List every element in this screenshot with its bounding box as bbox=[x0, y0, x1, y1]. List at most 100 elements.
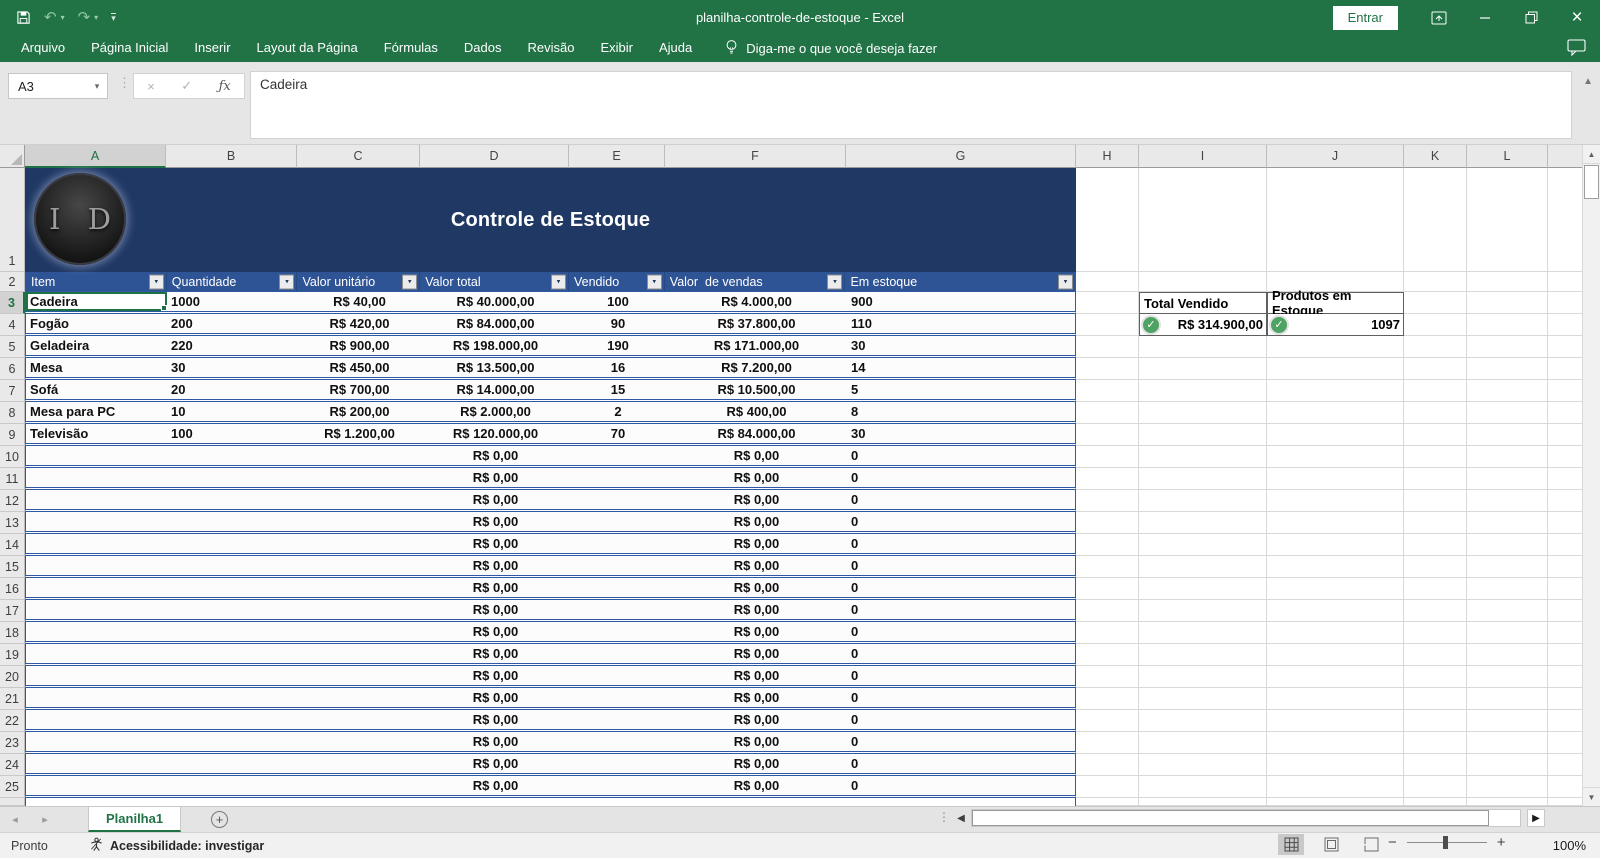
table-cell[interactable] bbox=[570, 732, 666, 751]
grid-cell[interactable] bbox=[1467, 336, 1548, 358]
table-cell[interactable] bbox=[167, 710, 298, 729]
table-cell[interactable]: R$ 0,00 bbox=[421, 446, 570, 465]
table-cell[interactable] bbox=[167, 754, 298, 773]
table-cell[interactable]: R$ 0,00 bbox=[421, 600, 570, 619]
row-header-3[interactable]: 3 bbox=[0, 292, 25, 314]
grid-cell[interactable] bbox=[1467, 688, 1548, 710]
grid-cell[interactable] bbox=[1076, 468, 1139, 490]
close-icon[interactable]: × bbox=[1554, 0, 1600, 35]
table-cell[interactable] bbox=[298, 490, 421, 509]
tell-me-box[interactable]: Diga-me o que você deseja fazer bbox=[725, 39, 937, 58]
table-cell[interactable] bbox=[570, 468, 666, 487]
ribbon-display-options-icon[interactable] bbox=[1416, 0, 1462, 35]
grid-cell[interactable] bbox=[1467, 622, 1548, 644]
table-cell[interactable] bbox=[26, 710, 167, 729]
grid-cell[interactable] bbox=[1467, 446, 1548, 468]
row-header-partial[interactable] bbox=[0, 798, 25, 806]
table-cell[interactable]: 200 bbox=[167, 314, 298, 333]
table-cell[interactable] bbox=[26, 578, 167, 597]
table-cell[interactable] bbox=[570, 556, 666, 575]
selected-cell-A3[interactable]: Cadeira bbox=[26, 292, 167, 311]
table-cell[interactable]: 70 bbox=[570, 424, 666, 443]
grid-cell[interactable] bbox=[1139, 446, 1267, 468]
table-cell[interactable]: 0 bbox=[847, 556, 1077, 575]
grid-cell[interactable] bbox=[1404, 556, 1467, 578]
table-cell[interactable]: 100 bbox=[570, 292, 666, 311]
grid-cell[interactable] bbox=[1139, 358, 1267, 380]
row-header-24[interactable]: 24 bbox=[0, 754, 25, 776]
grid-cell[interactable] bbox=[1076, 314, 1139, 336]
table-cell[interactable] bbox=[570, 600, 666, 619]
save-icon[interactable] bbox=[16, 10, 31, 25]
grid-cell[interactable] bbox=[1139, 732, 1267, 754]
redo-dropdown-icon[interactable]: ▾ bbox=[94, 13, 98, 22]
grid-cell[interactable] bbox=[1467, 292, 1548, 314]
table-cell[interactable]: R$ 0,00 bbox=[666, 468, 847, 487]
row-header-17[interactable]: 17 bbox=[0, 600, 25, 622]
grid-cell[interactable] bbox=[1404, 622, 1467, 644]
grid-cell[interactable] bbox=[1404, 424, 1467, 446]
grid-cell[interactable] bbox=[1139, 688, 1267, 710]
grid-cell[interactable] bbox=[1467, 380, 1548, 402]
row-header-16[interactable]: 16 bbox=[0, 578, 25, 600]
tab-layout-da-pagina[interactable]: Layout da Página bbox=[244, 35, 371, 62]
table-cell[interactable]: 0 bbox=[847, 600, 1077, 619]
table-cell[interactable] bbox=[26, 688, 167, 707]
table-cell[interactable]: R$ 0,00 bbox=[421, 534, 570, 553]
table-cell[interactable]: R$ 400,00 bbox=[666, 402, 847, 421]
grid-cell[interactable] bbox=[1076, 380, 1139, 402]
table-cell[interactable]: R$ 37.800,00 bbox=[666, 314, 847, 333]
table-header-5[interactable]: Vendido ▾ bbox=[569, 272, 665, 291]
grid-cell[interactable] bbox=[1267, 600, 1404, 622]
table-cell[interactable]: R$ 120.000,00 bbox=[421, 424, 570, 443]
tab-inserir[interactable]: Inserir bbox=[181, 35, 243, 62]
column-header-L[interactable]: L bbox=[1467, 145, 1548, 168]
row-header-4[interactable]: 4 bbox=[0, 314, 25, 336]
grid-cell[interactable] bbox=[1076, 754, 1139, 776]
grid-cell[interactable] bbox=[1404, 798, 1467, 806]
table-cell[interactable]: 14 bbox=[847, 358, 1077, 377]
table-cell[interactable]: 30 bbox=[167, 358, 298, 377]
table-cell[interactable] bbox=[298, 688, 421, 707]
filter-dropdown-icon[interactable]: ▾ bbox=[1058, 274, 1073, 289]
sheet-tab-planilha1[interactable]: Planilha1 bbox=[88, 807, 182, 832]
vertical-scrollbar[interactable]: ▲ ▼ bbox=[1582, 145, 1600, 806]
filter-dropdown-icon[interactable]: ▾ bbox=[827, 274, 843, 289]
prev-sheet-icon[interactable]: ◂ bbox=[0, 807, 30, 832]
table-cell[interactable] bbox=[167, 644, 298, 663]
table-header-1[interactable]: Item ▾ bbox=[26, 272, 167, 291]
grid-cell[interactable] bbox=[1467, 710, 1548, 732]
zoom-slider[interactable] bbox=[1406, 836, 1487, 849]
confirm-entry-icon[interactable]: ✓ bbox=[181, 78, 192, 94]
table-cell[interactable]: R$ 0,00 bbox=[421, 468, 570, 487]
table-cell[interactable]: 2 bbox=[570, 402, 666, 421]
column-header-K[interactable]: K bbox=[1404, 145, 1467, 168]
table-cell[interactable] bbox=[570, 710, 666, 729]
table-cell[interactable] bbox=[570, 754, 666, 773]
grid-cell[interactable] bbox=[1139, 644, 1267, 666]
row-header-6[interactable]: 6 bbox=[0, 358, 25, 380]
column-header-F[interactable]: F bbox=[665, 145, 846, 168]
table-cell[interactable] bbox=[298, 754, 421, 773]
table-cell[interactable]: R$ 171.000,00 bbox=[666, 336, 847, 355]
column-header-I[interactable]: I bbox=[1139, 145, 1267, 168]
row-header-21[interactable]: 21 bbox=[0, 688, 25, 710]
filter-dropdown-icon[interactable]: ▾ bbox=[279, 274, 295, 289]
grid-cell[interactable] bbox=[1139, 424, 1267, 446]
grid-cell[interactable] bbox=[1404, 272, 1467, 292]
row-header-9[interactable]: 9 bbox=[0, 424, 25, 446]
grid-cell[interactable] bbox=[1404, 666, 1467, 688]
grid-cell[interactable] bbox=[1076, 512, 1139, 534]
grid-cell[interactable] bbox=[1076, 336, 1139, 358]
table-cell[interactable]: 0 bbox=[847, 490, 1077, 509]
table-cell[interactable] bbox=[26, 600, 167, 619]
formula-input[interactable]: Cadeira bbox=[250, 71, 1572, 139]
table-cell[interactable]: 0 bbox=[847, 644, 1077, 663]
table-cell[interactable]: 0 bbox=[847, 732, 1077, 751]
filter-dropdown-icon[interactable]: ▾ bbox=[646, 274, 662, 289]
summary-value-cell[interactable]: ✓ 1097 bbox=[1267, 314, 1404, 336]
grid-cell[interactable] bbox=[1467, 578, 1548, 600]
row-header-15[interactable]: 15 bbox=[0, 556, 25, 578]
grid-cell[interactable] bbox=[1404, 446, 1467, 468]
scroll-up-icon[interactable]: ▲ bbox=[1583, 145, 1600, 164]
